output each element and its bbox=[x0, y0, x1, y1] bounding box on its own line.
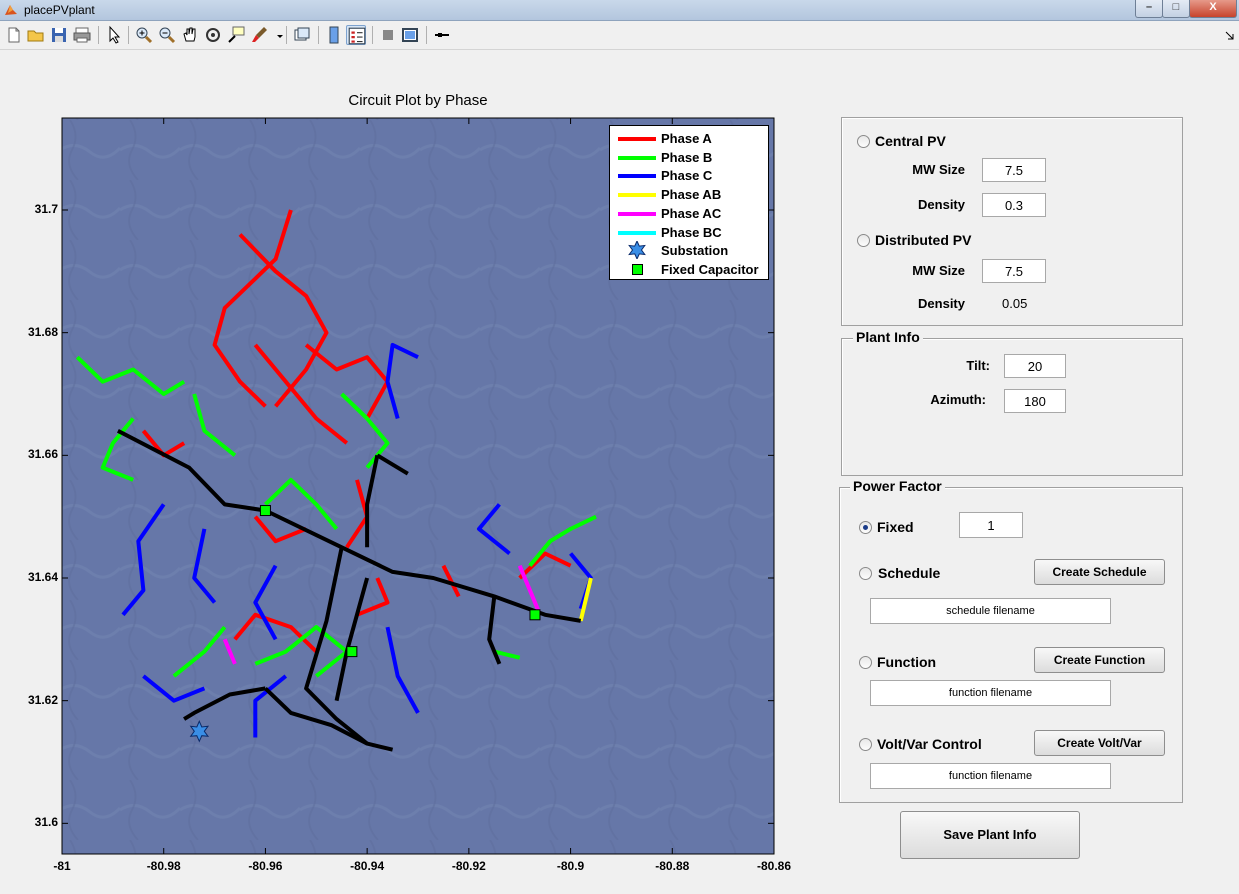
x-tick-label: -81 bbox=[53, 859, 71, 873]
legend-line-swatch bbox=[618, 193, 656, 198]
distributed-pv-radio[interactable] bbox=[857, 234, 870, 247]
y-tick-label: 31.66 bbox=[27, 447, 58, 462]
legend-line-swatch bbox=[618, 211, 656, 216]
dist-mw-input[interactable]: 7.5 bbox=[982, 259, 1046, 283]
fixed-value-input[interactable]: 1 bbox=[959, 512, 1023, 538]
central-density-label: Density bbox=[918, 197, 965, 212]
legend-label: Phase AC bbox=[661, 205, 722, 221]
legend-label: Phase A bbox=[661, 131, 712, 146]
legend-item: Substation bbox=[610, 241, 768, 260]
legend-item: Phase BC bbox=[610, 223, 768, 241]
legend-line-swatch bbox=[618, 155, 656, 160]
legend-label: Substation bbox=[661, 243, 729, 259]
function-filename-input[interactable]: function filename bbox=[870, 680, 1111, 706]
fixed-radio[interactable] bbox=[859, 521, 872, 534]
legend-label: Phase B bbox=[661, 149, 713, 165]
legend-line-swatch bbox=[618, 137, 656, 141]
legend-line-swatch bbox=[618, 174, 656, 179]
x-tick-label: -80.92 bbox=[451, 859, 486, 873]
legend-item: Phase AB bbox=[610, 185, 768, 203]
schedule-label: Schedule bbox=[878, 565, 941, 581]
schedule-filename-input[interactable]: schedule filename bbox=[870, 598, 1111, 624]
azimuth-input[interactable]: 180 bbox=[1004, 389, 1066, 413]
legend-item: Fixed Capacitor bbox=[610, 260, 768, 278]
create-schedule-button[interactable]: Create Schedule bbox=[1034, 559, 1165, 585]
create-voltvar-button[interactable]: Create Volt/Var bbox=[1034, 730, 1165, 756]
fixed-label: Fixed bbox=[877, 519, 914, 535]
y-tick-label: 31.6 bbox=[34, 815, 58, 830]
dist-density-value: 0.05 bbox=[1002, 296, 1028, 311]
x-tick-label: -80.9 bbox=[556, 859, 585, 873]
create-function-button[interactable]: Create Function bbox=[1034, 647, 1165, 673]
legend-line-swatch bbox=[618, 230, 656, 235]
central-pv-label: Central PV bbox=[875, 133, 946, 149]
central-density-input[interactable]: 0.3 bbox=[982, 193, 1046, 217]
dist-mw-label: MW Size bbox=[912, 263, 965, 278]
fixed-capacitor-marker bbox=[346, 646, 358, 658]
fixed-capacitor-marker bbox=[259, 505, 271, 517]
legend-label: Phase C bbox=[661, 168, 713, 184]
x-tick-label: -80.98 bbox=[146, 859, 181, 873]
x-tick-label: -80.96 bbox=[248, 859, 283, 873]
power-factor-title: Power Factor bbox=[850, 478, 945, 494]
central-mw-label: MW Size bbox=[912, 162, 965, 177]
voltvar-label: Volt/Var Control bbox=[877, 736, 982, 752]
y-tick-label: 31.64 bbox=[27, 570, 58, 584]
dist-density-label: Density bbox=[918, 296, 965, 311]
schedule-radio[interactable] bbox=[859, 567, 872, 580]
legend-label: Fixed Capacitor bbox=[661, 261, 759, 277]
central-pv-radio[interactable] bbox=[857, 135, 870, 148]
legend-label: Phase AB bbox=[661, 187, 722, 203]
plant-info-title: Plant Info bbox=[853, 329, 923, 345]
azimuth-label: Azimuth: bbox=[930, 392, 986, 407]
tilt-label: Tilt: bbox=[966, 358, 990, 373]
legend-item: Phase B bbox=[610, 148, 768, 166]
save-plant-info-button[interactable]: Save Plant Info bbox=[900, 811, 1080, 859]
square-icon bbox=[632, 263, 643, 275]
x-tick-label: -80.94 bbox=[350, 859, 385, 873]
chart-legend[interactable]: Phase A Phase B Phase C Phase AB Phase AC Pha… bbox=[609, 125, 769, 280]
central-mw-input[interactable]: 7.5 bbox=[982, 158, 1046, 182]
distributed-pv-label: Distributed PV bbox=[875, 232, 972, 248]
legend-item: Phase AC bbox=[610, 204, 768, 222]
function-radio[interactable] bbox=[859, 656, 872, 669]
legend-item: Phase C bbox=[610, 166, 768, 184]
y-tick-label: 31.62 bbox=[27, 692, 58, 707]
legend-item: Phase A bbox=[610, 129, 768, 147]
legend-label: Phase BC bbox=[661, 224, 722, 240]
star-icon bbox=[628, 241, 646, 260]
tilt-input[interactable]: 20 bbox=[1004, 354, 1066, 378]
function-label: Function bbox=[877, 654, 937, 670]
x-tick-label: -80.88 bbox=[655, 859, 690, 873]
x-tick-label: -80.86 bbox=[756, 859, 792, 873]
y-tick-label: 31.68 bbox=[27, 324, 58, 339]
voltvar-filename-input[interactable]: function filename bbox=[870, 763, 1111, 789]
fixed-capacitor-marker bbox=[529, 609, 541, 621]
y-tick-label: 31.7 bbox=[34, 202, 58, 216]
voltvar-radio[interactable] bbox=[859, 738, 872, 751]
